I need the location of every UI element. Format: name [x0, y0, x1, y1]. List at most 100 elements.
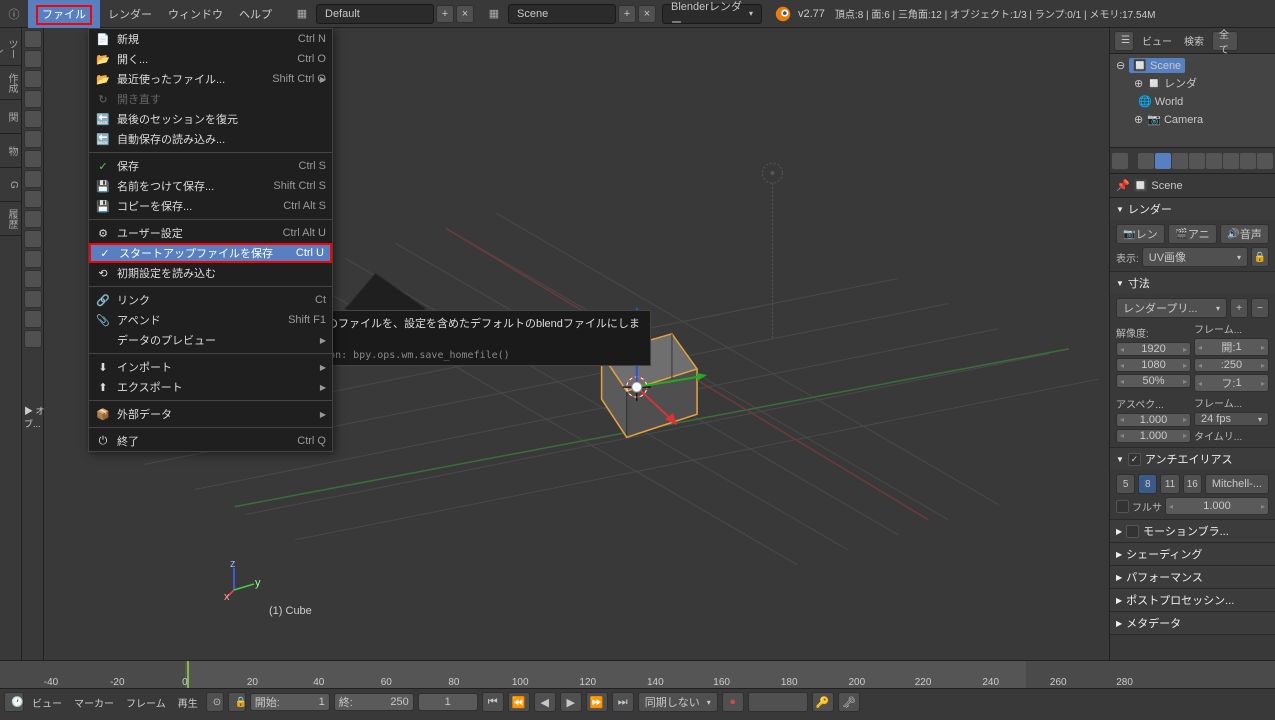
- tl-marker[interactable]: マーカー: [70, 695, 118, 710]
- tool-button[interactable]: [24, 210, 42, 228]
- menu-item-quit[interactable]: ⏻終了Ctrl Q: [89, 431, 332, 451]
- tl-view[interactable]: ビュー: [28, 695, 66, 710]
- jump-start-button[interactable]: ⏮: [482, 692, 504, 712]
- aa-filter-dropdown[interactable]: Mitchell-...: [1205, 474, 1269, 494]
- tool-button[interactable]: [24, 110, 42, 128]
- res-y-field[interactable]: ◂1080▸: [1116, 358, 1191, 372]
- tab-history[interactable]: 履歴: [0, 202, 21, 236]
- engine-dropdown[interactable]: Blenderレンダー▾: [662, 4, 762, 24]
- preset-remove[interactable]: −: [1251, 298, 1269, 318]
- res-x-field[interactable]: ◂1920▸: [1116, 342, 1191, 356]
- sync-dropdown[interactable]: 同期しない▾: [638, 692, 718, 712]
- scene-remove-button[interactable]: ×: [638, 5, 656, 23]
- lock-interface[interactable]: 🔒: [1251, 247, 1269, 267]
- tab-create[interactable]: 作成: [0, 66, 21, 100]
- menu-item-external[interactable]: 📦外部データ▶: [89, 404, 332, 424]
- tl-lock-icon[interactable]: 🔒: [228, 692, 246, 712]
- frame-end-field[interactable]: ◂: 250▸: [1194, 358, 1269, 372]
- menu-item-append[interactable]: 📎アペンドShift F1: [89, 310, 332, 330]
- menu-item-load-factory[interactable]: ⟲初期設定を読み込む: [89, 263, 332, 283]
- tab-grease[interactable]: G: [0, 168, 21, 202]
- current-frame-field[interactable]: 1: [418, 693, 478, 711]
- fullsample-checkbox[interactable]: [1116, 500, 1129, 513]
- aa-5[interactable]: 5: [1116, 474, 1135, 494]
- preset-add[interactable]: +: [1230, 298, 1248, 318]
- keying-set-dropdown[interactable]: [748, 692, 808, 712]
- scene-browse-icon[interactable]: ▦: [482, 2, 506, 26]
- tool-button[interactable]: [24, 250, 42, 268]
- panel-header-performance[interactable]: ▶パフォーマンス: [1110, 566, 1275, 588]
- play-reverse-button[interactable]: ◀: [534, 692, 556, 712]
- aspect-x-field[interactable]: ◂1.000▸: [1116, 413, 1191, 427]
- layout-remove-button[interactable]: ×: [456, 5, 474, 23]
- tool-button[interactable]: [24, 70, 42, 88]
- layout-browse-icon[interactable]: ▦: [290, 2, 314, 26]
- aa-8[interactable]: 8: [1138, 474, 1157, 494]
- props-tab-data[interactable]: [1257, 153, 1273, 169]
- tl-range-icon[interactable]: ⊙: [206, 692, 224, 712]
- render-preset-dropdown[interactable]: レンダープリ...▾: [1116, 298, 1227, 318]
- 3d-viewport[interactable]: z y x (1) Cube 📄新規Ctrl N 📂開く...Ctrl O 📂最…: [44, 28, 1109, 720]
- outliner-editor-icon[interactable]: ☰: [1114, 31, 1134, 51]
- key-delete-button[interactable]: 🗝: [838, 692, 860, 712]
- tool-button[interactable]: [24, 170, 42, 188]
- aa-size-field[interactable]: ◂1.000▸: [1165, 497, 1269, 515]
- menu-item-save[interactable]: ✓保存Ctrl S: [89, 156, 332, 176]
- outliner-filter[interactable]: 全て: [1212, 31, 1238, 51]
- props-tab-scene[interactable]: [1172, 153, 1188, 169]
- timeline-editor-icon[interactable]: 🕐: [4, 692, 24, 712]
- tool-button[interactable]: [24, 310, 42, 328]
- menu-item-data-preview[interactable]: データのプレビュー▶: [89, 330, 332, 350]
- scene-add-button[interactable]: +: [618, 5, 636, 23]
- menu-item-save-startup[interactable]: ✓スタートアップファイルを保存Ctrl U: [89, 243, 332, 263]
- panel-header-motion-blur[interactable]: ▶モーションブラ...: [1110, 520, 1275, 542]
- menu-item-save-copy[interactable]: 💾コピーを保存...Ctrl Alt S: [89, 196, 332, 216]
- outliner-row-camera[interactable]: ⊕📷 Camera: [1112, 110, 1273, 128]
- menu-item-new[interactable]: 📄新規Ctrl N: [89, 29, 332, 49]
- tool-button[interactable]: [24, 90, 42, 108]
- tool-button[interactable]: [24, 150, 42, 168]
- outliner-row-world[interactable]: 🌐 World: [1112, 92, 1273, 110]
- render-button[interactable]: 📷レン: [1116, 224, 1165, 244]
- menu-render[interactable]: レンダー: [100, 0, 160, 28]
- tool-button[interactable]: [24, 290, 42, 308]
- panel-header-postproc[interactable]: ▶ポストプロセッシン...: [1110, 589, 1275, 611]
- tl-frame[interactable]: フレーム: [122, 695, 170, 710]
- tool-button[interactable]: [24, 190, 42, 208]
- panel-header-shading[interactable]: ▶シェーディング: [1110, 543, 1275, 565]
- menu-item-recover-last[interactable]: 🔙最後のセッションを復元: [89, 109, 332, 129]
- end-frame-field[interactable]: 終:250: [334, 693, 414, 711]
- panel-header-metadata[interactable]: ▶メタデータ: [1110, 612, 1275, 634]
- outliner-row-render[interactable]: ⊕🔲 レンダ: [1112, 74, 1273, 92]
- tool-button[interactable]: [24, 30, 42, 48]
- props-tab-render[interactable]: [1138, 153, 1154, 169]
- layout-field[interactable]: Default: [316, 4, 434, 24]
- panel-header-aa[interactable]: ▼アンチエイリアス: [1110, 448, 1275, 470]
- operator-panel-collapsed[interactable]: ▶ オブ...: [24, 404, 45, 430]
- autokey-button[interactable]: ●: [722, 692, 744, 712]
- props-tab-world[interactable]: [1189, 153, 1205, 169]
- keyframe-next-button[interactable]: ⏩: [586, 692, 608, 712]
- tab-relations[interactable]: 関: [0, 100, 21, 134]
- props-tab-constraints[interactable]: [1223, 153, 1239, 169]
- props-editor-icon[interactable]: [1112, 153, 1128, 169]
- tool-button[interactable]: [24, 330, 42, 348]
- render-anim-button[interactable]: 🎬アニ: [1168, 224, 1217, 244]
- scene-field[interactable]: Scene: [508, 4, 616, 24]
- menu-item-link[interactable]: 🔗リンクCt: [89, 290, 332, 310]
- outliner-row-scene[interactable]: ⊖🔲 Scene: [1112, 56, 1273, 74]
- aa-16[interactable]: 16: [1183, 474, 1202, 494]
- menu-item-export[interactable]: ⬆エクスポート▶: [89, 377, 332, 397]
- tool-button[interactable]: [24, 230, 42, 248]
- res-percent-field[interactable]: ◂50%▸: [1116, 374, 1191, 388]
- start-frame-field[interactable]: 開始:1: [250, 693, 330, 711]
- aa-11[interactable]: 11: [1160, 474, 1179, 494]
- menu-window[interactable]: ウィンドウ: [160, 0, 231, 28]
- tool-button[interactable]: [24, 130, 42, 148]
- menu-item-recover-auto[interactable]: 🔙自動保存の読み込み...: [89, 129, 332, 149]
- aa-checkbox[interactable]: [1128, 453, 1141, 466]
- render-audio-button[interactable]: 🔊音声: [1220, 224, 1269, 244]
- tool-button[interactable]: [24, 270, 42, 288]
- play-button[interactable]: ▶: [560, 692, 582, 712]
- frame-step-field[interactable]: ◂フ: 1▸: [1194, 374, 1269, 392]
